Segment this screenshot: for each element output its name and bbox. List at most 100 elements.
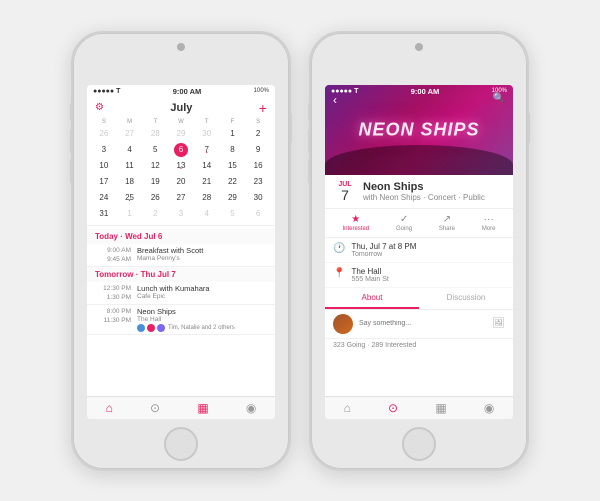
cal-cell[interactable]: 1	[123, 207, 137, 221]
cal-cell[interactable]: 26	[97, 127, 111, 141]
home-icon-2[interactable]: ⌂	[344, 401, 351, 415]
comment-input[interactable]	[359, 320, 486, 327]
phones-container: ●●●●● T 9:00 AM 100% ⚙ July + S M T W T …	[61, 21, 539, 481]
day-label-t: T	[142, 118, 168, 126]
event-breakfast[interactable]: 9:00 AM 9:45 AM Breakfast with Scott Mam…	[87, 244, 275, 267]
event-date-badge: JUL 7	[333, 181, 357, 202]
event-subtitle: Mama Penny's	[137, 255, 203, 262]
cal-week-3: 10 11 12 13 14 15 16	[91, 158, 271, 174]
profile-icon-2[interactable]: ◉	[484, 401, 494, 415]
event-name: Neon Ships	[363, 181, 485, 193]
calendar-icon[interactable]: ▦	[197, 401, 208, 415]
cal-cell[interactable]: 28	[200, 191, 214, 205]
cal-cell[interactable]: 25	[123, 191, 137, 205]
cal-cell[interactable]: 26	[148, 191, 162, 205]
cal-cell[interactable]: 27	[174, 191, 188, 205]
home-button-1[interactable]	[164, 427, 198, 461]
going-info: 323 Going · 289 Interested	[325, 339, 513, 352]
event-lunch[interactable]: 12:30 PM 1:30 PM Lunch with Kumahara Caf…	[87, 282, 275, 305]
search-icon[interactable]: ⊙	[150, 401, 160, 415]
cal-cell[interactable]: 20	[174, 175, 188, 189]
phone-1: ●●●●● T 9:00 AM 100% ⚙ July + S M T W T …	[71, 31, 291, 471]
cal-cell[interactable]: 2	[148, 207, 162, 221]
cal-cell[interactable]: 10	[97, 159, 111, 173]
event-hero-image: ‹ 🔍 NEON SHIPS	[325, 85, 513, 175]
cal-cell[interactable]: 11	[123, 159, 137, 173]
cal-cell[interactable]: 4	[123, 143, 137, 157]
gear-icon[interactable]: ⚙	[95, 102, 104, 113]
more-label: More	[482, 226, 496, 232]
location-icon: 📍	[333, 268, 345, 279]
event-screen: ●●●●● T 9:00 AM 100% ‹ 🔍 NEON SHIPS JUL …	[325, 85, 513, 419]
tomorrow-section-header: Tomorrow · Thu Jul 7	[87, 267, 275, 282]
more-button[interactable]: ··· More	[482, 214, 496, 232]
cal-cell[interactable]: 24	[97, 191, 111, 205]
cal-cell[interactable]: 7	[200, 143, 214, 157]
cal-cell[interactable]: 15	[225, 159, 239, 173]
event-time: 9:00 AM 9:45 AM	[95, 246, 131, 264]
cal-cell[interactable]: 5	[148, 143, 162, 157]
cal-cell[interactable]: 16	[251, 159, 265, 173]
cal-cell[interactable]: 13	[174, 159, 188, 173]
image-attach-icon[interactable]: 🖼	[492, 318, 505, 329]
day-label-s: S	[91, 118, 117, 126]
interested-button[interactable]: ★ Interested	[342, 214, 369, 232]
cal-cell[interactable]: 29	[174, 127, 188, 141]
time-display-1: 9:00 AM	[173, 87, 201, 96]
cal-cell[interactable]: 9	[251, 143, 265, 157]
signal-2: ●●●●● T	[331, 88, 358, 95]
user-avatar	[333, 314, 353, 334]
cal-cell[interactable]: 8	[225, 143, 239, 157]
comment-area: 🖼	[325, 310, 513, 339]
calendar-icon-2[interactable]: ▦	[435, 401, 446, 415]
cal-cell[interactable]: 3	[97, 143, 111, 157]
cal-cell[interactable]: 27	[123, 127, 137, 141]
cal-cell[interactable]: 2	[251, 127, 265, 141]
cal-cell[interactable]: 3	[174, 207, 188, 221]
cal-cell[interactable]: 6	[251, 207, 265, 221]
profile-icon[interactable]: ◉	[246, 401, 256, 415]
event-subtitle: Cafe Epic	[137, 293, 210, 300]
cal-cell[interactable]: 23	[251, 175, 265, 189]
cal-cell[interactable]: 21	[200, 175, 214, 189]
calendar-header: ⚙ July +	[87, 98, 275, 118]
cal-cell[interactable]: 5	[225, 207, 239, 221]
event-time-row: 🕐 Thu, Jul 7 at 8 PM Tomorrow	[325, 238, 513, 263]
home-icon[interactable]: ⌂	[106, 401, 113, 415]
going-button[interactable]: ✓ Going	[396, 214, 412, 232]
cal-cell[interactable]: 22	[225, 175, 239, 189]
add-event-button[interactable]: +	[259, 101, 267, 115]
cal-cell[interactable]: 31	[97, 207, 111, 221]
cal-cell[interactable]: 14	[200, 159, 214, 173]
star-icon: ★	[351, 214, 360, 225]
share-button[interactable]: ↗ Share	[439, 214, 455, 232]
cal-cell[interactable]: 1	[225, 127, 239, 141]
event-meta: with Neon Ships · Concert · Public	[363, 193, 485, 202]
cal-cell[interactable]: 30	[200, 127, 214, 141]
search-icon-2[interactable]: ⊙	[388, 401, 398, 415]
cal-cell[interactable]: 4	[200, 207, 214, 221]
cal-cell[interactable]: 30	[251, 191, 265, 205]
event-info-header: JUL 7 Neon Ships with Neon Ships · Conce…	[325, 175, 513, 209]
event-title: Lunch with Kumahara	[137, 284, 210, 293]
today-section-header: Today · Wed Jul 6	[87, 229, 275, 244]
status-bar-2: ●●●●● T 9:00 AM 100%	[325, 85, 513, 98]
tab-about[interactable]: About	[325, 288, 419, 309]
cal-cell[interactable]: 19	[148, 175, 162, 189]
event-neon-ships[interactable]: 8:00 PM 11:30 PM Neon Ships The Hall Tim…	[87, 305, 275, 335]
cal-cell[interactable]: 29	[225, 191, 239, 205]
day-label-f: F	[220, 118, 246, 126]
cal-cell[interactable]: 12	[148, 159, 162, 173]
event-time: 12:30 PM 1:30 PM	[95, 284, 131, 302]
cal-week-5: 24 25 26 27 28 29 30	[91, 190, 271, 206]
cal-cell-today[interactable]: 6	[174, 143, 188, 157]
cal-cell[interactable]: 28	[148, 127, 162, 141]
event-title: Neon Ships	[137, 307, 235, 316]
share-icon: ↗	[443, 214, 451, 225]
cal-cell[interactable]: 17	[97, 175, 111, 189]
cal-cell[interactable]: 18	[123, 175, 137, 189]
battery-2: 100%	[492, 88, 507, 94]
tab-discussion[interactable]: Discussion	[419, 288, 513, 309]
event-datetime: Thu, Jul 7 at 8 PM	[351, 242, 416, 251]
home-button-2[interactable]	[402, 427, 436, 461]
